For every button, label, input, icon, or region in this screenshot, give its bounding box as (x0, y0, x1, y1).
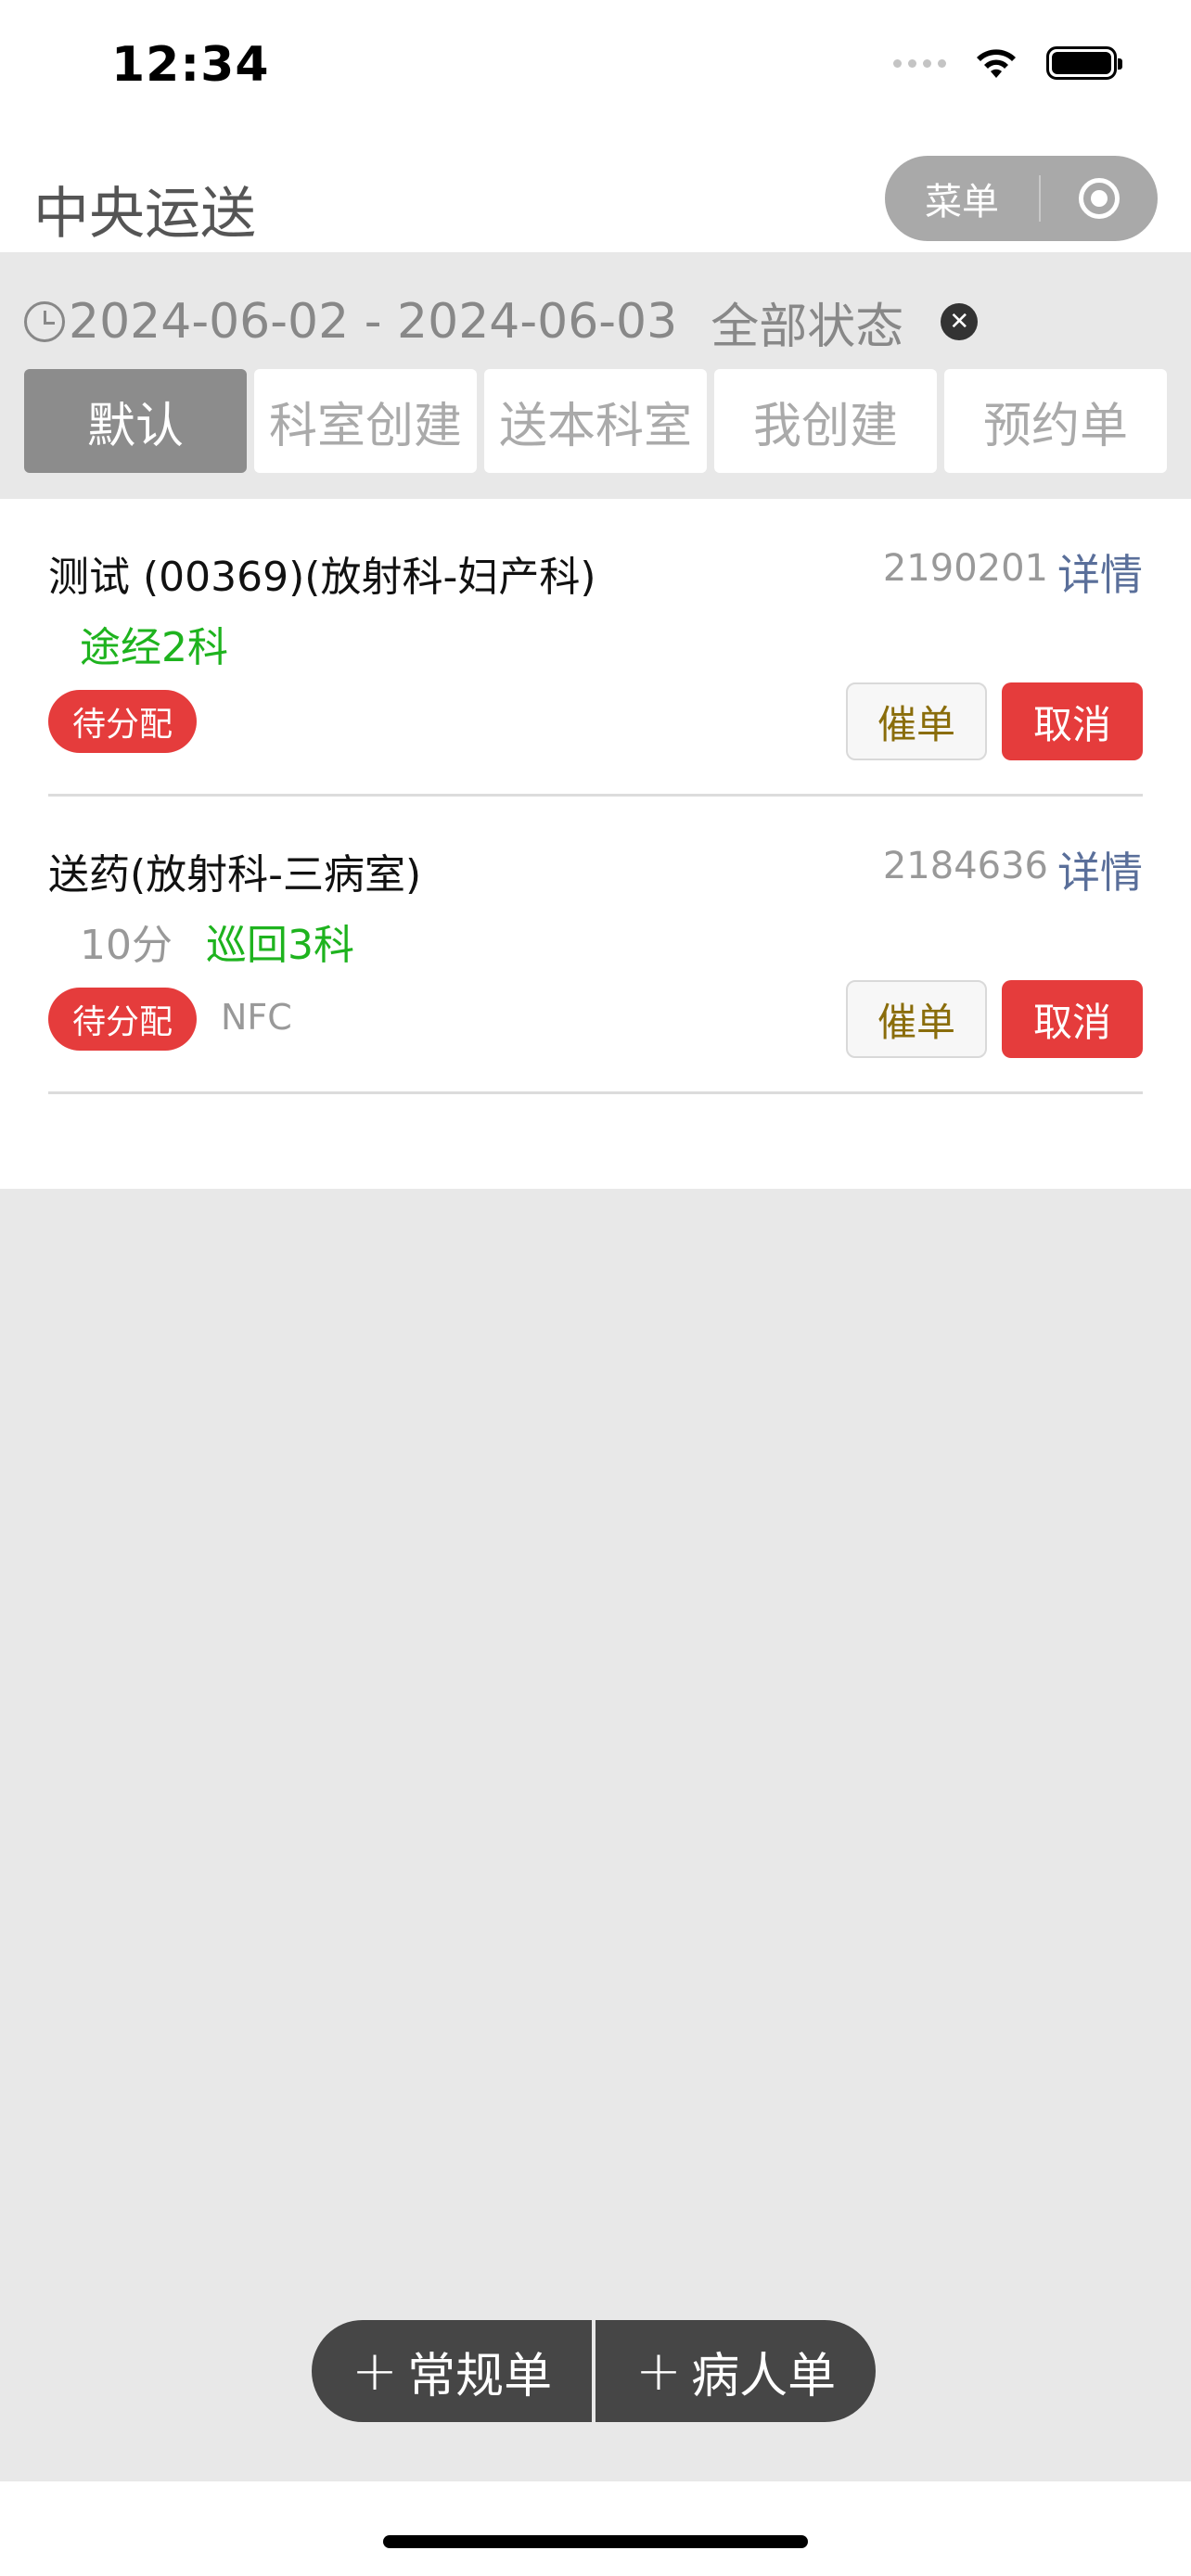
tab-my-created[interactable]: 我创建 (714, 369, 937, 473)
order-title: 送药(放射科-三病室) (48, 851, 422, 899)
new-patient-order-button[interactable]: + 病人单 (596, 2320, 876, 2422)
menu-button[interactable]: 菜单 (885, 172, 1039, 225)
battery-icon (1046, 46, 1122, 80)
order-list: 测试 (00369)(放射科-妇产科) 2190201 详情 途经2科 待分配 … (0, 499, 1191, 1189)
page-title: 中央运送 (33, 182, 256, 247)
order-meta: 10分 巡回3科 (80, 912, 354, 971)
urge-button[interactable]: 催单 (846, 980, 987, 1058)
order-route: 巡回3科 (206, 922, 354, 969)
tab-default[interactable]: 默认 (24, 369, 247, 473)
cellular-signal-icon (893, 58, 946, 68)
tab-dept-created[interactable]: 科室创建 (254, 369, 477, 473)
order-tabs: 默认 科室创建 送本科室 我创建 预约单 (24, 369, 1167, 473)
clear-filter-icon[interactable]: ✕ (941, 303, 979, 340)
wifi-icon (972, 45, 1020, 82)
list-item[interactable]: 测试 (00369)(放射科-妇产科) 2190201 详情 途经2科 待分配 … (48, 499, 1143, 797)
empty-content-area (0, 1189, 1191, 2481)
status-bar: 12:34 (0, 0, 1191, 139)
date-range-picker[interactable]: 2024-06-02 - 2024-06-03 (69, 294, 677, 350)
nfc-tag: NFC (221, 997, 292, 1038)
new-patient-order-label: 病人单 (691, 2348, 837, 2404)
order-id: 2184636 (882, 845, 1048, 887)
order-duration: 10分 (80, 922, 173, 969)
filter-panel: 2024-06-02 - 2024-06-03 全部状态 ✕ 默认 科室创建 送… (0, 252, 1191, 499)
cancel-button[interactable]: 取消 (1002, 980, 1143, 1058)
list-item[interactable]: 送药(放射科-三病室) 2184636 详情 10分 巡回3科 待分配 NFC … (48, 797, 1143, 1094)
date-filter-row: 2024-06-02 - 2024-06-03 全部状态 ✕ (24, 287, 979, 357)
status-time: 12:34 (111, 37, 270, 93)
tab-appointment[interactable]: 预约单 (944, 369, 1167, 473)
status-badge: 待分配 (48, 988, 198, 1051)
cancel-button[interactable]: 取消 (1002, 682, 1143, 760)
mini-program-capsule: 菜单 (885, 156, 1158, 241)
close-miniprogram-button[interactable] (1041, 178, 1158, 219)
clock-icon (24, 301, 65, 342)
create-order-actions: + 常规单 + 病人单 (312, 2320, 876, 2422)
plus-icon: + (634, 2339, 683, 2404)
status-filter[interactable]: 全部状态 (711, 287, 903, 357)
new-regular-order-label: 常规单 (407, 2348, 553, 2404)
urge-button[interactable]: 催单 (846, 682, 987, 760)
plus-icon: + (351, 2339, 399, 2404)
target-icon (1079, 178, 1120, 219)
nav-bar: 中央运送 菜单 (0, 139, 1191, 252)
new-regular-order-button[interactable]: + 常规单 (312, 2320, 592, 2422)
home-indicator (383, 2535, 808, 2548)
status-icons (893, 45, 1122, 82)
status-badge: 待分配 (48, 690, 198, 753)
detail-link[interactable]: 详情 (1057, 839, 1143, 900)
order-title: 测试 (00369)(放射科-妇产科) (48, 554, 596, 601)
detail-link[interactable]: 详情 (1057, 542, 1143, 603)
order-id: 2190201 (882, 547, 1048, 590)
order-meta: 途经2科 (80, 614, 228, 673)
tab-to-my-dept[interactable]: 送本科室 (484, 369, 707, 473)
order-route: 途经2科 (80, 624, 228, 671)
